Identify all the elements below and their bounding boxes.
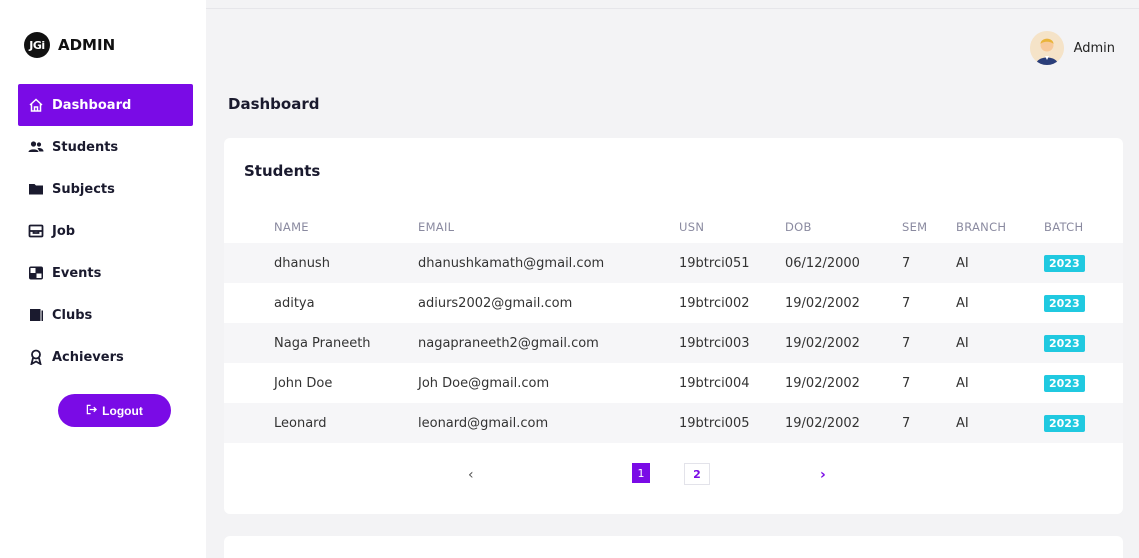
cell-sem: 7 [902,415,911,431]
logout-icon [86,404,98,418]
page-title: Dashboard [228,95,320,113]
batch-badge: 2023 [1044,414,1085,432]
sidebar-item-label: Job [52,223,76,239]
sidebar-item-label: Achievers [52,349,124,365]
cell-email: nagapraneeth2@gmail.com [418,335,599,351]
cell-name: Naga Praneeth [274,335,371,351]
table-row[interactable]: dhanush dhanushkamath@gmail.com 19btrci0… [224,243,1123,283]
cell-dob: 19/02/2002 [785,375,860,391]
cell-batch: 2023 [1044,243,1123,283]
batch-badge: 2023 [1044,334,1085,352]
table-row[interactable]: Naga Praneeth nagapraneeth2@gmail.com 19… [224,323,1123,363]
card-title: Students [244,162,321,180]
column-header-branch: BRANCH [956,219,1007,234]
cell-branch: AI [956,255,969,271]
sidebar-item-label: Dashboard [52,97,132,113]
folder-icon [28,181,44,197]
cell-name: dhanush [274,255,330,271]
cell-batch: 2023 [1044,403,1123,443]
cell-sem: 7 [902,255,911,271]
table-row[interactable]: aditya adiurs2002@gmail.com 19btrci002 1… [224,283,1123,323]
table-row[interactable]: Leonard leonard@gmail.com 19btrci005 19/… [224,403,1123,443]
brand-title: ADMIN [58,36,116,54]
award-icon [28,349,44,365]
cell-dob: 19/02/2002 [785,295,860,311]
sidebar-item-dashboard[interactable]: Dashboard [18,84,193,126]
pagination: ‹ 1 2 › [224,461,1123,491]
cell-name: John Doe [274,375,333,391]
topbar-divider [206,8,1139,9]
cell-email: Joh Doe@gmail.com [418,375,550,391]
cell-batch: 2023 [1044,323,1123,363]
cell-usn: 19btrci005 [679,415,750,431]
sidebar-item-job[interactable]: Job [18,210,193,252]
briefcase-icon [28,223,44,239]
secondary-card [224,536,1123,558]
cell-sem: 7 [902,335,911,351]
sidebar: JGi ADMIN Dashboard Students Subjects Jo… [0,0,206,558]
sidebar-item-clubs[interactable]: Clubs [18,294,193,336]
cell-email: dhanushkamath@gmail.com [418,255,605,271]
users-icon [28,139,44,155]
user-name: Admin [1073,40,1115,56]
students-card: Students NAME EMAIL USN DOB SEM BRANCH B… [224,138,1123,514]
sidebar-item-students[interactable]: Students [18,126,193,168]
user-menu[interactable]: Admin [1029,31,1115,65]
home-icon [28,97,44,113]
column-header-dob: DOB [785,219,812,234]
pagination-page-1[interactable]: 1 [632,463,650,483]
pagination-next-button[interactable]: › [820,467,826,483]
cell-name: aditya [274,295,315,311]
students-table: NAME EMAIL USN DOB SEM BRANCH BATCH dhan… [224,210,1123,443]
cell-branch: AI [956,375,969,391]
batch-badge: 2023 [1044,254,1085,272]
sidebar-item-label: Events [52,265,102,281]
brand[interactable]: JGi ADMIN [24,32,115,58]
avatar[interactable] [1029,31,1064,65]
table-header-row: NAME EMAIL USN DOB SEM BRANCH BATCH [224,210,1123,243]
cell-usn: 19btrci051 [679,255,750,271]
batch-badge: 2023 [1044,374,1085,392]
cell-batch: 2023 [1044,283,1123,323]
events-icon [28,265,44,281]
cell-branch: AI [956,295,969,311]
cell-usn: 19btrci004 [679,375,750,391]
cell-email: adiurs2002@gmail.com [418,295,573,311]
cell-branch: AI [956,415,969,431]
sidebar-item-label: Students [52,139,119,155]
pagination-page-2[interactable]: 2 [684,463,710,485]
cell-sem: 7 [902,375,911,391]
column-header-usn: USN [679,219,705,234]
table-row[interactable]: John Doe Joh Doe@gmail.com 19btrci004 19… [224,363,1123,403]
logout-button[interactable]: Logout [58,394,171,427]
batch-badge: 2023 [1044,294,1085,312]
column-header-sem: SEM [902,219,928,234]
topbar: Admin [206,0,1139,88]
sidebar-item-events[interactable]: Events [18,252,193,294]
column-header-batch: BATCH [1044,219,1084,234]
cell-name: Leonard [274,415,327,431]
sidebar-item-label: Clubs [52,307,93,323]
column-header-email: EMAIL [418,219,455,234]
cell-dob: 19/02/2002 [785,415,860,431]
book-icon [28,307,44,323]
cell-usn: 19btrci003 [679,335,750,351]
logout-label: Logout [102,403,143,418]
pagination-prev-button[interactable]: ‹ [468,467,474,483]
column-header-name: NAME [274,219,309,234]
cell-email: leonard@gmail.com [418,415,549,431]
cell-batch: 2023 [1044,363,1123,403]
sidebar-item-label: Subjects [52,181,115,197]
cell-usn: 19btrci002 [679,295,750,311]
cell-dob: 06/12/2000 [785,255,860,271]
sidebar-item-achievers[interactable]: Achievers [18,336,193,378]
sidebar-nav: Dashboard Students Subjects Job Events C… [18,84,193,378]
cell-sem: 7 [902,295,911,311]
cell-dob: 19/02/2002 [785,335,860,351]
brand-logo: JGi [24,32,50,58]
sidebar-item-subjects[interactable]: Subjects [18,168,193,210]
cell-branch: AI [956,335,969,351]
